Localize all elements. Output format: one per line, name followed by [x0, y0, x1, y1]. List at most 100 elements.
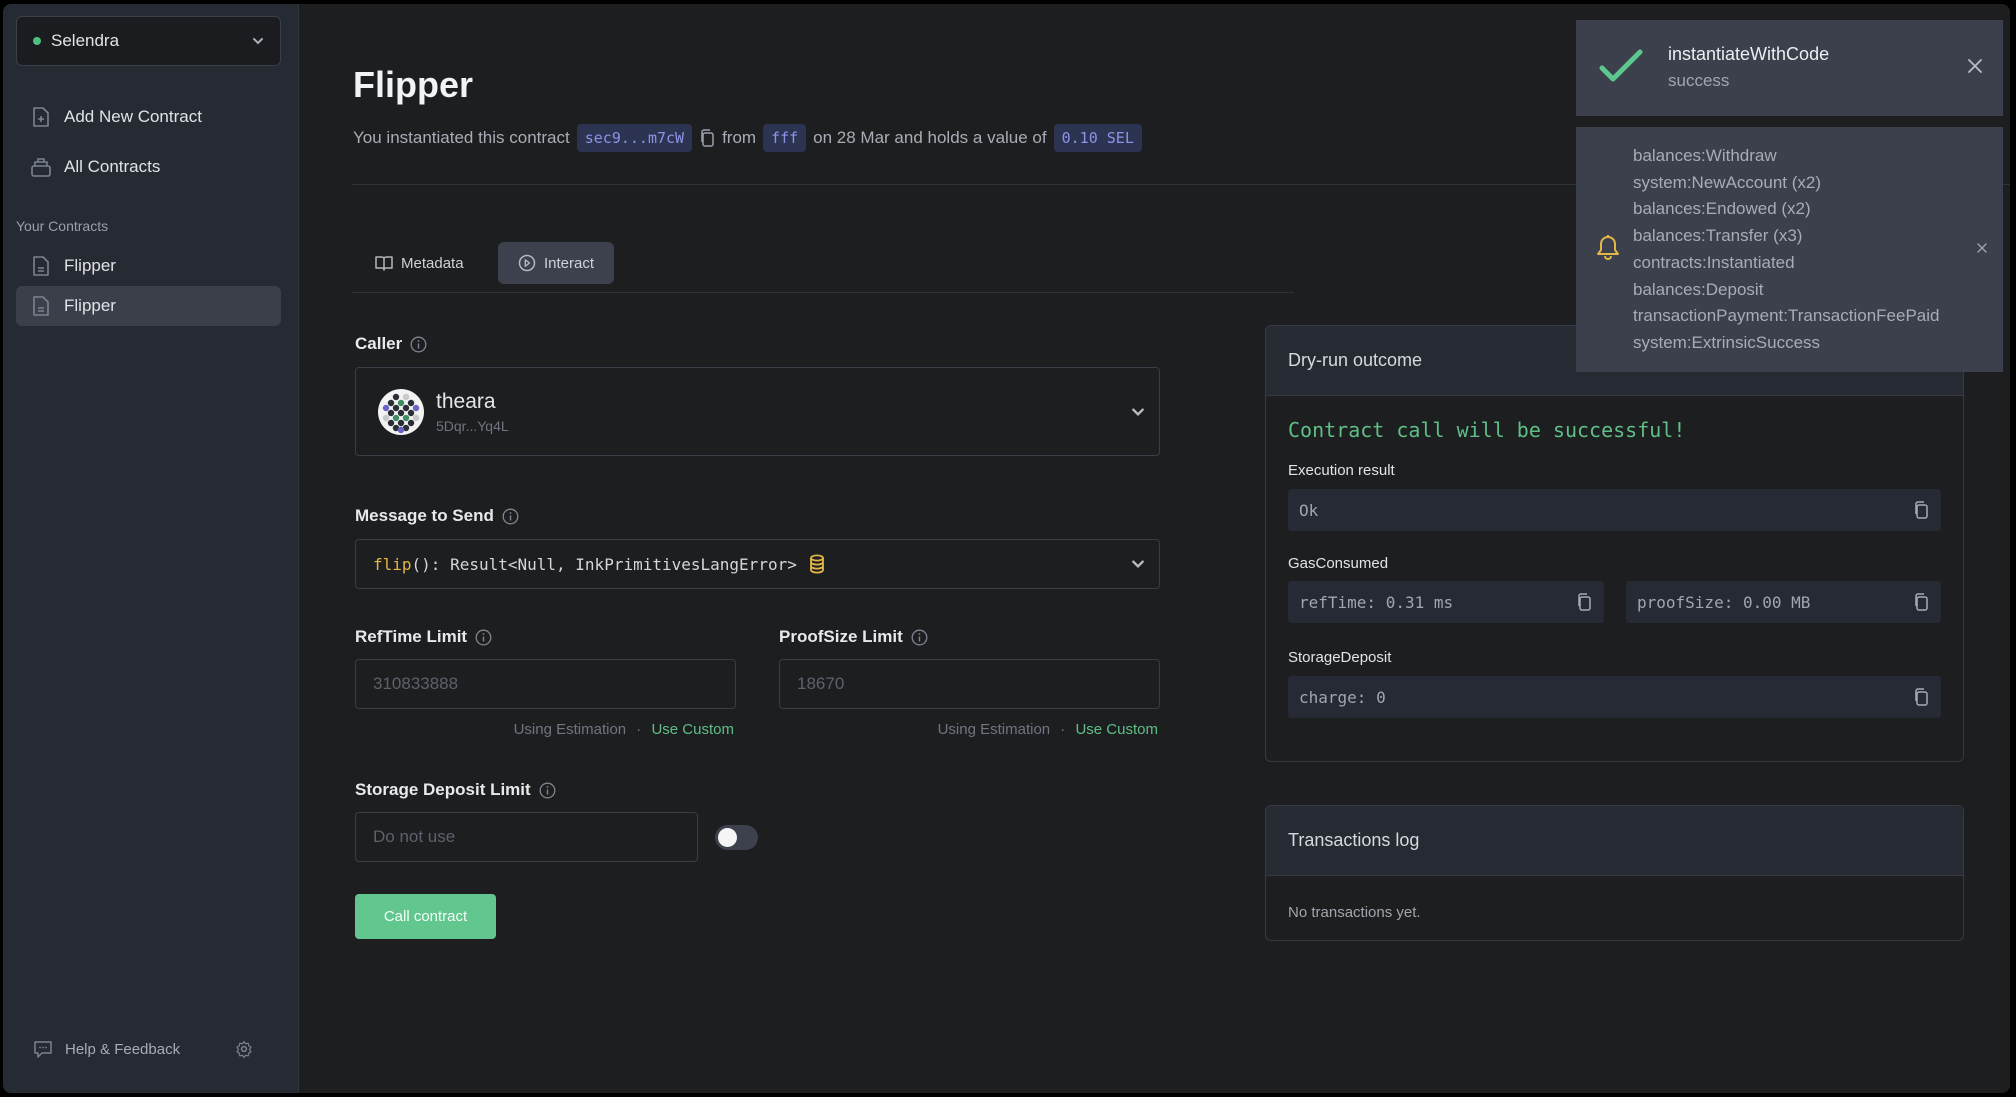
execution-result-box: Ok	[1288, 489, 1941, 531]
proofsize-consumed-box: proofSize: 0.00 MB	[1626, 581, 1941, 623]
copy-icon[interactable]	[699, 129, 715, 147]
toast-notification-success: instantiateWithCode success	[1576, 20, 2003, 116]
storage-deposit-label: Storage Deposit Limit	[355, 780, 556, 800]
info-icon[interactable]	[475, 629, 492, 646]
proofsize-consumed-value: proofSize: 0.00 MB	[1637, 592, 1811, 612]
chevron-down-icon	[1132, 560, 1144, 568]
estimation-text: Using Estimation	[937, 721, 1051, 738]
event-item: transactionPayment:TransactionFeePaid	[1633, 306, 1940, 326]
sidebar-item-label: Add New Contract	[64, 107, 202, 126]
info-icon[interactable]	[539, 782, 556, 799]
contract-value-badge: 0.10 SEL	[1053, 124, 1142, 152]
book-icon	[375, 255, 393, 271]
toast-notification-events: balances:Withdraw system:NewAccount (x2)…	[1576, 127, 2003, 372]
help-feedback-link[interactable]: Help & Feedback	[33, 1040, 180, 1059]
account-avatar	[378, 388, 424, 435]
summary-from: from	[722, 128, 757, 147]
event-list: balances:Withdraw system:NewAccount (x2)…	[1633, 143, 1939, 357]
transactions-empty-message: No transactions yet.	[1288, 904, 1421, 921]
storage-deposit-result-box: charge: 0	[1288, 676, 1941, 718]
separator: ·	[636, 721, 642, 738]
reftime-label: RefTime Limit	[355, 627, 492, 647]
page-title: Flipper	[353, 64, 474, 105]
execution-result-label: Execution result	[1288, 462, 1395, 479]
app-window: Selendra Add New Contract All Contracts …	[3, 4, 2010, 1093]
storage-deposit-toggle[interactable]	[715, 825, 758, 850]
caller-address: 5Dqr...Yq4L	[436, 417, 509, 434]
copy-icon[interactable]	[1913, 593, 1929, 611]
reftime-hint: Using Estimation · Use Custom	[514, 721, 734, 738]
chat-bubble-icon	[34, 1041, 52, 1058]
caller-label-text: Caller	[355, 334, 403, 353]
close-icon[interactable]	[1967, 58, 1983, 74]
event-item: system:NewAccount (x2)	[1633, 172, 1821, 192]
summary-date: on 28 Mar and holds a value of	[813, 128, 1047, 147]
info-icon[interactable]	[502, 508, 519, 525]
event-item: balances:Withdraw	[1633, 146, 1777, 165]
dry-run-card: Dry-run outcome Contract call will be su…	[1265, 325, 1964, 762]
storage-label-text: Storage Deposit Limit	[355, 780, 531, 799]
transactions-log-title: Transactions log	[1266, 806, 1963, 876]
document-icon	[30, 295, 52, 317]
message-label-text: Message to Send	[355, 506, 494, 525]
proofsize-limit-input[interactable]: 18670	[779, 659, 1160, 709]
bell-icon	[1597, 235, 1619, 260]
tab-metadata[interactable]: Metadata	[355, 242, 484, 284]
copy-icon[interactable]	[1913, 501, 1929, 519]
close-icon[interactable]	[1977, 243, 1987, 253]
info-icon[interactable]	[911, 629, 928, 646]
call-contract-button[interactable]: Call contract	[355, 894, 496, 939]
network-selector[interactable]: Selendra	[16, 16, 281, 66]
event-item: balances:Endowed (x2)	[1633, 199, 1811, 219]
dry-run-success-message: Contract call will be successful!	[1288, 418, 1686, 442]
separator: ·	[1060, 721, 1066, 738]
stack-icon	[30, 156, 52, 178]
use-custom-proofsize-link[interactable]: Use Custom	[1075, 721, 1158, 738]
copy-icon[interactable]	[1576, 593, 1592, 611]
proofsize-label: ProofSize Limit	[779, 627, 928, 647]
from-account-badge: fff	[763, 124, 807, 152]
network-status-dot	[33, 37, 41, 45]
sidebar-contract-item[interactable]: Flipper	[16, 246, 281, 286]
sidebar-item-add-new-contract[interactable]: Add New Contract	[16, 97, 281, 137]
sidebar-item-label: Flipper	[64, 256, 116, 275]
sidebar-contract-item-active[interactable]: Flipper	[16, 286, 281, 326]
message-signature: (): Result<Null, InkPrimitivesLangError>	[411, 554, 797, 574]
help-feedback-label: Help & Feedback	[65, 1041, 181, 1058]
caller-select[interactable]: theara 5Dqr...Yq4L	[355, 367, 1160, 456]
storage-deposit-value: charge: 0	[1299, 687, 1386, 707]
document-icon	[30, 255, 52, 277]
info-icon[interactable]	[410, 336, 427, 353]
tab-interact[interactable]: Interact	[498, 242, 615, 284]
proofsize-placeholder: 18670	[797, 674, 845, 693]
caller-label: Caller	[355, 334, 427, 354]
toast-status: success	[1668, 71, 1730, 90]
reftime-label-text: RefTime Limit	[355, 627, 468, 646]
transactions-log-card: Transactions log No transactions yet.	[1265, 805, 1964, 941]
storage-placeholder: Do not use	[373, 827, 456, 846]
proofsize-label-text: ProofSize Limit	[779, 627, 903, 646]
settings-gear-icon[interactable]	[235, 1040, 253, 1058]
copy-icon[interactable]	[1913, 688, 1929, 706]
message-select[interactable]: flip (): Result<Null, InkPrimitivesLangEr…	[355, 539, 1160, 589]
chevron-down-icon	[1132, 408, 1144, 416]
message-fn-name: flip	[373, 554, 412, 574]
sidebar: Selendra Add New Contract All Contracts …	[3, 4, 299, 1093]
reftime-placeholder: 310833888	[373, 674, 459, 693]
event-item: balances:Transfer (x3)	[1633, 226, 1803, 246]
storage-deposit-input[interactable]: Do not use	[355, 812, 698, 862]
event-item: system:ExtrinsicSuccess	[1633, 332, 1821, 352]
contract-summary: You instantiated this contract sec9...m7…	[353, 124, 1142, 152]
checkmark-icon	[1599, 49, 1643, 82]
reftime-limit-input[interactable]: 310833888	[355, 659, 736, 709]
database-icon	[809, 554, 825, 574]
file-plus-icon	[30, 106, 52, 128]
sidebar-item-all-contracts[interactable]: All Contracts	[16, 147, 281, 187]
event-item: contracts:Instantiated	[1633, 252, 1795, 272]
summary-prefix: You instantiated this contract	[353, 128, 570, 147]
contract-address-badge: sec9...m7cW	[576, 124, 693, 152]
message-label: Message to Send	[355, 506, 519, 526]
use-custom-reftime-link[interactable]: Use Custom	[651, 721, 734, 738]
your-contracts-heading: Your Contracts	[16, 218, 109, 234]
sidebar-item-label: Flipper	[64, 296, 116, 315]
